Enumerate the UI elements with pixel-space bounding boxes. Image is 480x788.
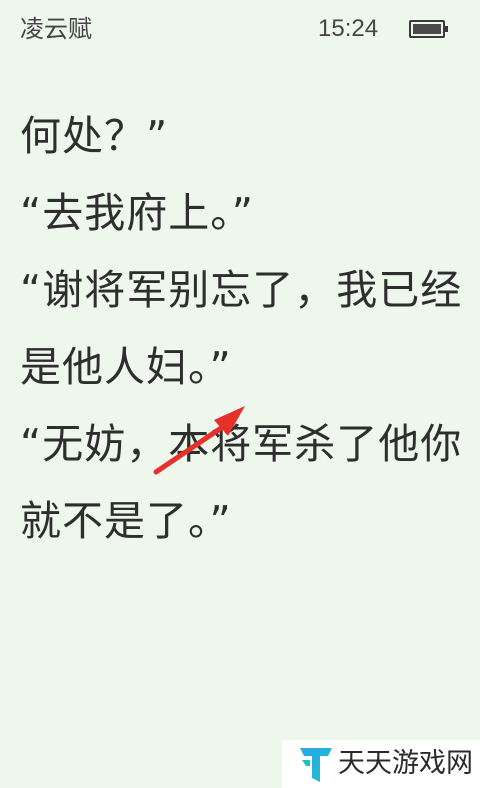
site-watermark: 天天游戏网 [282, 740, 480, 788]
battery-icon [409, 20, 448, 38]
status-clock: 15:24 [318, 15, 379, 42]
text-line: “谢将军别忘了，我已经 [20, 266, 463, 314]
text-line: 是他人妇。” [20, 343, 232, 391]
reader-content[interactable]: 何处？” “去我府上。” “谢将军别忘了，我已经 是他人妇。” “无妨，本将军杀… [20, 98, 470, 560]
watermark-text: 天天游戏网 [338, 748, 473, 779]
tiantian-logo-icon [300, 748, 332, 782]
text-line: 就不是了。” [20, 497, 232, 545]
status-bar: 凌云赋 15:24 [0, 0, 480, 60]
text-line: “去我府上。” [20, 189, 254, 237]
text-line: 何处？” [20, 112, 169, 160]
red-arrow-icon [153, 406, 245, 475]
book-title: 凌云赋 [20, 15, 92, 43]
